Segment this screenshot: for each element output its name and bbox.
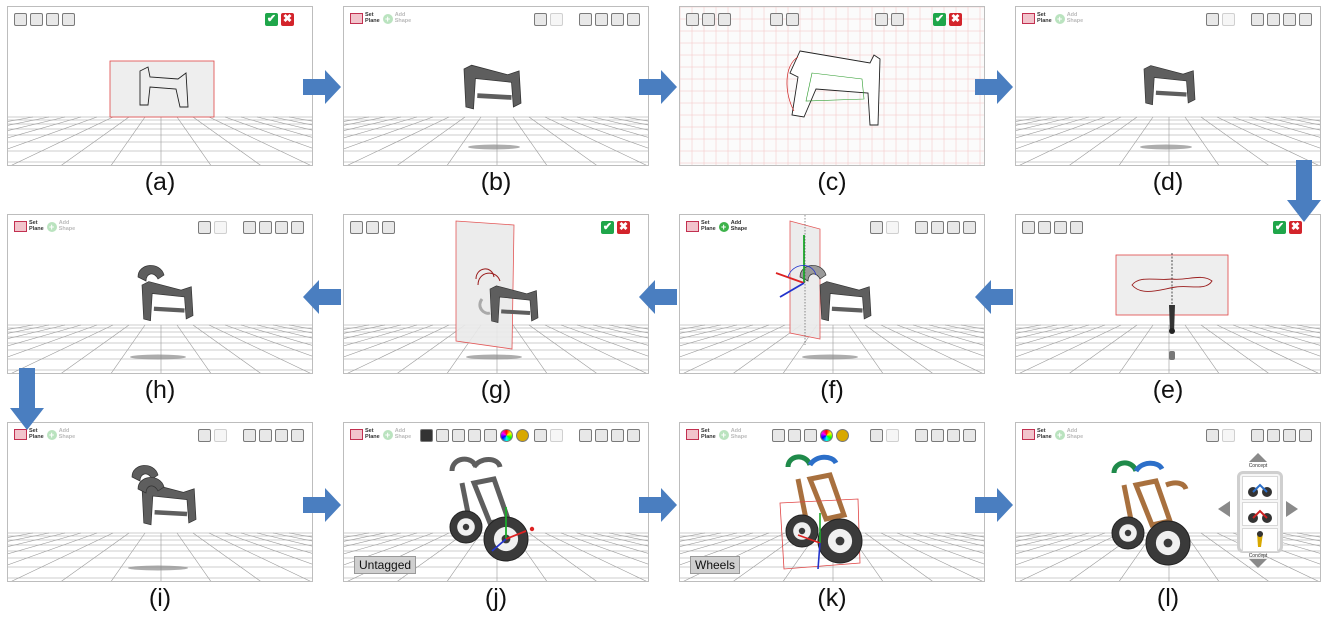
tag-label: Untagged [354,556,417,574]
concept-up-button[interactable] [1249,453,1267,462]
sketch-tool-button[interactable] [702,13,715,26]
caption-l: (l) [1156,584,1180,612]
arrow-f-g [639,280,677,314]
undo-button[interactable] [875,13,888,26]
caption-k: (k) [817,584,847,612]
panel-j: Set Plane + Add Shape Untagged [343,422,649,582]
panel-b: Set Plane + Add Shape [343,6,649,166]
caption-c: (c) [817,168,847,196]
cancel-x-icon[interactable]: ✖ [949,13,962,26]
arrow-e-f [975,280,1013,314]
concept-label-top: Concept [1248,463,1268,469]
scene-h [8,265,312,373]
scene-a [8,60,312,165]
concept-list [1237,471,1283,553]
tool-button[interactable] [770,13,783,26]
tool-button[interactable] [786,13,799,26]
arrow-j-k [639,488,677,522]
concept-down-button[interactable] [1249,559,1267,568]
caption-h: (h) [144,376,176,404]
panel-f: Set Plane + Add Shape [679,214,985,374]
panel-h: Set Plane + Add Shape [7,214,313,374]
sketch-toolbar [686,13,731,26]
caption-g: (g) [480,376,512,404]
concept-item-figure[interactable] [1242,528,1278,552]
tag-label: Wheels [690,556,741,574]
arrow-i-j [303,488,341,522]
arrow-d-e [1287,160,1321,222]
redo-button[interactable] [891,13,904,26]
concept-item-blue[interactable] [1242,476,1278,500]
confirm-group: ✔ ✖ [933,13,962,26]
scene-e [1016,253,1320,373]
panel-g: ✔ ✖ [343,214,649,374]
scene-i [8,465,312,581]
concept-carousel: Concept Concept [1216,453,1300,569]
arrow-c-d [975,70,1013,104]
concept-item-red[interactable] [1242,502,1278,526]
panel-a: ✔ ✖ [7,6,313,166]
scene-f [680,215,984,373]
scene-b [344,64,648,165]
arrow-h-i [10,368,44,430]
caption-a: (a) [144,168,176,196]
caption-f: (f) [820,376,844,404]
arrow-b-c [639,70,677,104]
history-toolbar [875,13,904,26]
scene-c [680,7,984,165]
panel-e: ✔ ✖ [1015,214,1321,374]
scene-g [344,220,648,373]
prev-button[interactable] [1218,501,1230,517]
sketch-tool-button[interactable] [718,13,731,26]
sketch-tool-button[interactable] [686,13,699,26]
caption-d: (d) [1152,168,1184,196]
scene-d [1016,65,1320,165]
panel-i: Set Plane + Add Shape [7,422,313,582]
caption-j: (j) [484,584,508,612]
panel-c: ✔ ✖ [679,6,985,166]
arrow-a-b [303,70,341,104]
arrow-g-h [303,280,341,314]
caption-b: (b) [480,168,512,196]
arrow-k-l [975,488,1013,522]
next-button[interactable] [1286,501,1298,517]
panel-l: Set Plane + Add Shape Concept Concept [1015,422,1321,582]
panel-d: Set Plane + Add Shape [1015,6,1321,166]
caption-e: (e) [1152,376,1184,404]
panel-k: Set Plane + Add Shape Wheels [679,422,985,582]
caption-i: (i) [148,584,172,612]
mid-toolbar [770,13,799,26]
confirm-check-icon[interactable]: ✔ [933,13,946,26]
